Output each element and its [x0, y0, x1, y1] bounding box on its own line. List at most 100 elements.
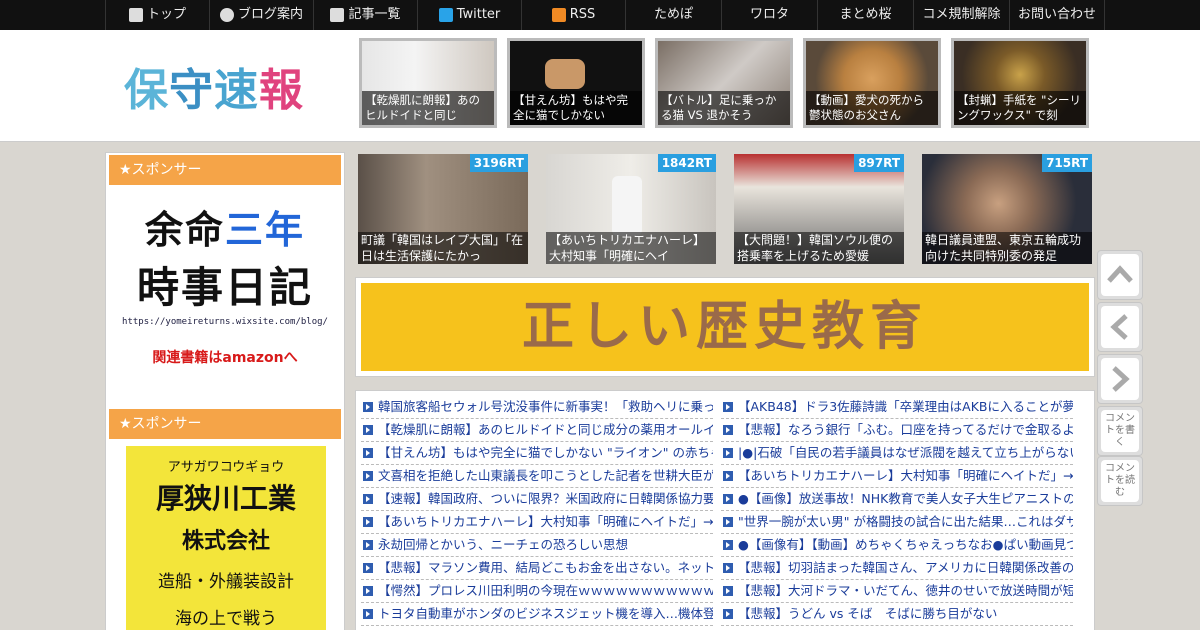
article-link-text: 韓国旅客船セウォル号沈没事件に新事実！「救助ヘリに乗った: [378, 399, 713, 414]
thumb-caption: 【動画】愛犬の死から鬱状態のお父さん: [806, 91, 938, 125]
article-link-text: 【悲報】マラソン費用、結局どこもお金を出さない。ネットで: [378, 560, 713, 575]
retweet-count-badge: 897RT: [854, 154, 904, 172]
article-link[interactable]: |●|石破「自民の若手議員はなぜ派閥を越えて立ち上がらないの: [721, 442, 1073, 465]
read-comment-button[interactable]: コメントを読む: [1097, 456, 1143, 506]
article-link[interactable]: 【AKB48】ドラ3佐藤詩識「卒業理由はAKBに入ることが夢で: [721, 396, 1073, 419]
bullet-arrow-icon: [723, 494, 733, 504]
sponsor-heading: ★スポンサー: [109, 409, 341, 439]
ad-headline-part: 三年: [225, 208, 306, 252]
article-link[interactable]: 【悲報】マラソン費用、結局どこもお金を出さない。ネットで: [361, 557, 713, 580]
article-link[interactable]: 【あいちトリカエナハーレ】大村知事「明確にヘイトだ」→桜: [361, 511, 713, 534]
article-link-text: 永劫回帰とかいう、ニーチェの恐ろしい思想: [378, 537, 629, 552]
article-link[interactable]: 【悲報】なろう銀行「ふむ。口座を持ってるだけで金取るよう: [721, 419, 1073, 442]
bullet-arrow-icon: [363, 563, 373, 573]
article-link-text: 【乾燥肌に朗報】あのヒルドイドと同じ成分の薬用オールイン: [378, 422, 713, 437]
list-icon: [330, 8, 345, 22]
bullet-arrow-icon: [363, 609, 373, 619]
article-link[interactable]: 【乾燥肌に朗報】あのヒルドイドと同じ成分の薬用オールイン: [361, 419, 713, 442]
article-link-text: トヨタ自動車がホンダのビジネスジェット機を導入…機体登録: [378, 606, 713, 621]
nav-item[interactable]: Twitter: [417, 0, 521, 30]
nav-item-label: RSS: [569, 7, 596, 22]
nav-item[interactable]: お問い合わせ: [1009, 0, 1105, 30]
ad-amazon-link[interactable]: 関連書籍はamazonへ: [109, 347, 341, 367]
article-link[interactable]: 【悲報】切羽詰まった韓国さん、アメリカに日韓関係改善の協: [721, 557, 1073, 580]
article-link[interactable]: 永劫回帰とかいう、ニーチェの恐ろしい思想: [361, 534, 713, 557]
ranking-article[interactable]: 1842RT 【あいちトリカエナハーレ】大村知事「明確にヘイ: [546, 154, 716, 264]
sponsor-ad-asagawa[interactable]: アサガワコウギョウ 厚狭川工業 株式会社 造船・外艤装設計 海の上で戦う: [126, 446, 326, 630]
ranking-article[interactable]: 897RT 【大問題！】韓国ソウル便の搭乗率を上げるため愛媛: [734, 154, 904, 264]
nav-item[interactable]: ためぽ: [625, 0, 721, 30]
ranking-article[interactable]: 715RT 韓日議員連盟、東京五輪成功向けた共同特別委の発足: [922, 154, 1092, 264]
bullet-arrow-icon: [363, 494, 373, 504]
ranking-article[interactable]: 3196RT 町議「韓国はレイプ大国」「在日は生活保護にたかっ: [358, 154, 528, 264]
header-article-thumb[interactable]: 【封蝋】手紙を "シーリングワックス" で刻: [951, 38, 1089, 128]
nav-item[interactable]: コメ規制解除: [913, 0, 1009, 30]
nav-item[interactable]: トップ: [105, 0, 209, 30]
logo-char: 速: [214, 65, 259, 116]
header-article-thumb[interactable]: 【甘えん坊】もはや完全に猫でしかない: [507, 38, 645, 128]
ranking-caption: 【大問題！】韓国ソウル便の搭乗率を上げるため愛媛: [734, 232, 904, 264]
back-button[interactable]: [1097, 302, 1143, 352]
bullet-arrow-icon: [723, 517, 733, 527]
article-link[interactable]: 【速報】韓国政府、ついに限界？米国政府に日韓関係協力要請: [361, 488, 713, 511]
info-icon: [219, 8, 234, 22]
article-link[interactable]: 文喜相を拒絶した山東議長を叩こうとした記者を世耕大臣が一: [361, 465, 713, 488]
article-link[interactable]: トヨタ自動車がホンダのビジネスジェット機を導入…機体登録: [361, 603, 713, 626]
ad-company-kana: アサガワコウギョウ: [167, 460, 285, 475]
article-link[interactable]: 【あいちトリカエナハーレ】大村知事「明確にヘイトだ」→桜: [721, 465, 1073, 488]
nav-item-label: ためぽ: [653, 7, 693, 22]
bullet-arrow-icon: [723, 609, 733, 619]
nav-item-label: 記事一覧: [348, 7, 401, 22]
links-column-right: 【AKB48】ドラ3佐藤詩識「卒業理由はAKBに入ることが夢で 【悲報】なろう銀行…: [721, 396, 1073, 626]
scroll-top-button[interactable]: [1097, 250, 1143, 300]
header-article-thumb[interactable]: 【バトル】足に乗っかる猫 VS 退かそう: [655, 38, 793, 128]
nav-item[interactable]: まとめ桜: [817, 0, 913, 30]
article-link[interactable]: 【甘えん坊】もはや完全に猫でしかない "ライオン" の赤ちゃん: [361, 442, 713, 465]
nav-item-label: まとめ桜: [839, 7, 892, 22]
article-link-text: "世界一腕が太い男" が格闘技の試合に出た結果…これはダサ: [738, 514, 1073, 529]
ad-business: 造船・外艤装設計: [158, 572, 294, 592]
sponsor-heading: ★スポンサー: [109, 155, 341, 185]
bullet-arrow-icon: [363, 425, 373, 435]
article-link[interactable]: 【悲報】大河ドラマ・いだてん、徳井のせいで放送時間が短縮: [721, 580, 1073, 603]
logo-char: 守: [169, 65, 214, 116]
home-icon: [128, 8, 143, 22]
article-link[interactable]: 【愕然】プロレス川田利明の今現在ｗｗｗｗｗｗｗｗｗｗｗ: [361, 580, 713, 603]
article-link[interactable]: ●【画像有】【動画】めちゃくちゃえっちなお●ぱい動画見つけ: [721, 534, 1073, 557]
article-link-text: 【あいちトリカエナハーレ】大村知事「明確にヘイトだ」→桜: [738, 468, 1073, 483]
thumb-caption: 【乾燥肌に朗報】あのヒルドイドと同じ: [362, 91, 494, 125]
nav-item[interactable]: ブログ案内: [209, 0, 313, 30]
bullet-arrow-icon: [363, 540, 373, 550]
nav-item-label: ワロタ: [749, 7, 789, 22]
nav-item[interactable]: RSS: [521, 0, 625, 30]
bullet-arrow-icon: [363, 586, 373, 596]
write-comment-button[interactable]: コメントを書く: [1097, 406, 1143, 456]
header-article-thumb[interactable]: 【乾燥肌に朗報】あのヒルドイドと同じ: [359, 38, 497, 128]
article-link[interactable]: 韓国旅客船セウォル号沈没事件に新事実！「救助ヘリに乗った: [361, 396, 713, 419]
retweet-count-badge: 3196RT: [469, 154, 528, 172]
article-link[interactable]: ●【画像】放送事故！NHK教育で美人女子大生ピアニストの美: [721, 488, 1073, 511]
rss-icon: [551, 8, 566, 22]
bullet-arrow-icon: [723, 586, 733, 596]
nav-items: トップ ブログ案内 記事一覧 Twitter RSS ためぽ ワロタ まとめ桜 コメ規制解除 お問…: [105, 0, 1105, 30]
forward-button[interactable]: [1097, 354, 1143, 404]
bullet-arrow-icon: [363, 402, 373, 412]
nav-item[interactable]: ワロタ: [721, 0, 817, 30]
article-link[interactable]: 【悲報】うどん vs そば そばに勝ち目がない: [721, 603, 1073, 626]
article-link[interactable]: "世界一腕が太い男" が格闘技の試合に出た結果…これはダサ: [721, 511, 1073, 534]
nav-item-label: トップ: [146, 7, 186, 22]
header-article-thumb[interactable]: 【動画】愛犬の死から鬱状態のお父さん: [803, 38, 941, 128]
article-link-text: |●|石破「自民の若手議員はなぜ派閥を越えて立ち上がらないの: [738, 445, 1073, 460]
history-education-banner[interactable]: 正しい歴史教育: [361, 283, 1089, 371]
sponsor-ad-yomei[interactable]: 余命三年 時事日記 https://yomeireturns.wixsite.c…: [109, 193, 341, 383]
top-navigation-bar: トップ ブログ案内 記事一覧 Twitter RSS ためぽ ワロタ まとめ桜 コメ規制解除 お問…: [0, 0, 1200, 30]
retweet-count-badge: 1842RT: [657, 154, 716, 172]
nav-item[interactable]: 記事一覧: [313, 0, 417, 30]
article-link-text: 【悲報】切羽詰まった韓国さん、アメリカに日韓関係改善の協: [738, 560, 1073, 575]
twitter-icon: [438, 8, 453, 22]
site-logo[interactable]: 保守速報: [124, 54, 304, 118]
banner-container: 正しい歴史教育: [355, 277, 1095, 377]
ad-url: https://yomeireturns.wixsite.com/blog/: [122, 317, 328, 327]
ad-headline: 余命三年: [109, 199, 341, 254]
ad-company-type: 株式会社: [181, 529, 270, 554]
